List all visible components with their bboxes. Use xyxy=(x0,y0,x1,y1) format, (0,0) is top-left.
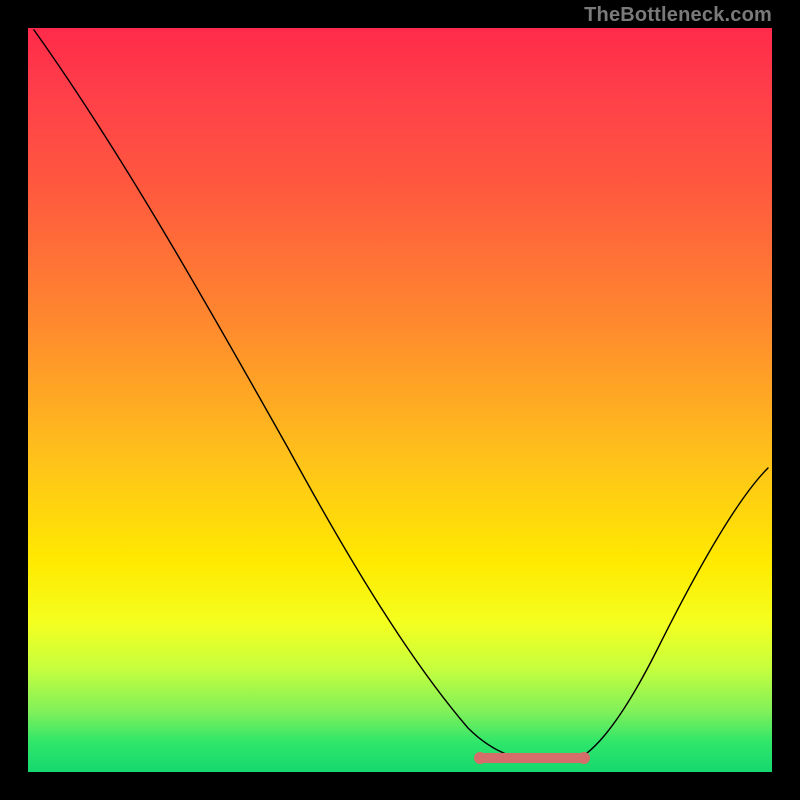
flat-region-end-dot xyxy=(578,752,590,764)
bottleneck-curve xyxy=(34,30,768,762)
chart-svg xyxy=(28,28,772,772)
plot-area xyxy=(28,28,772,772)
chart-frame: TheBottleneck.com xyxy=(0,0,800,800)
flat-region-start-dot xyxy=(474,752,486,764)
watermark: TheBottleneck.com xyxy=(584,4,772,27)
